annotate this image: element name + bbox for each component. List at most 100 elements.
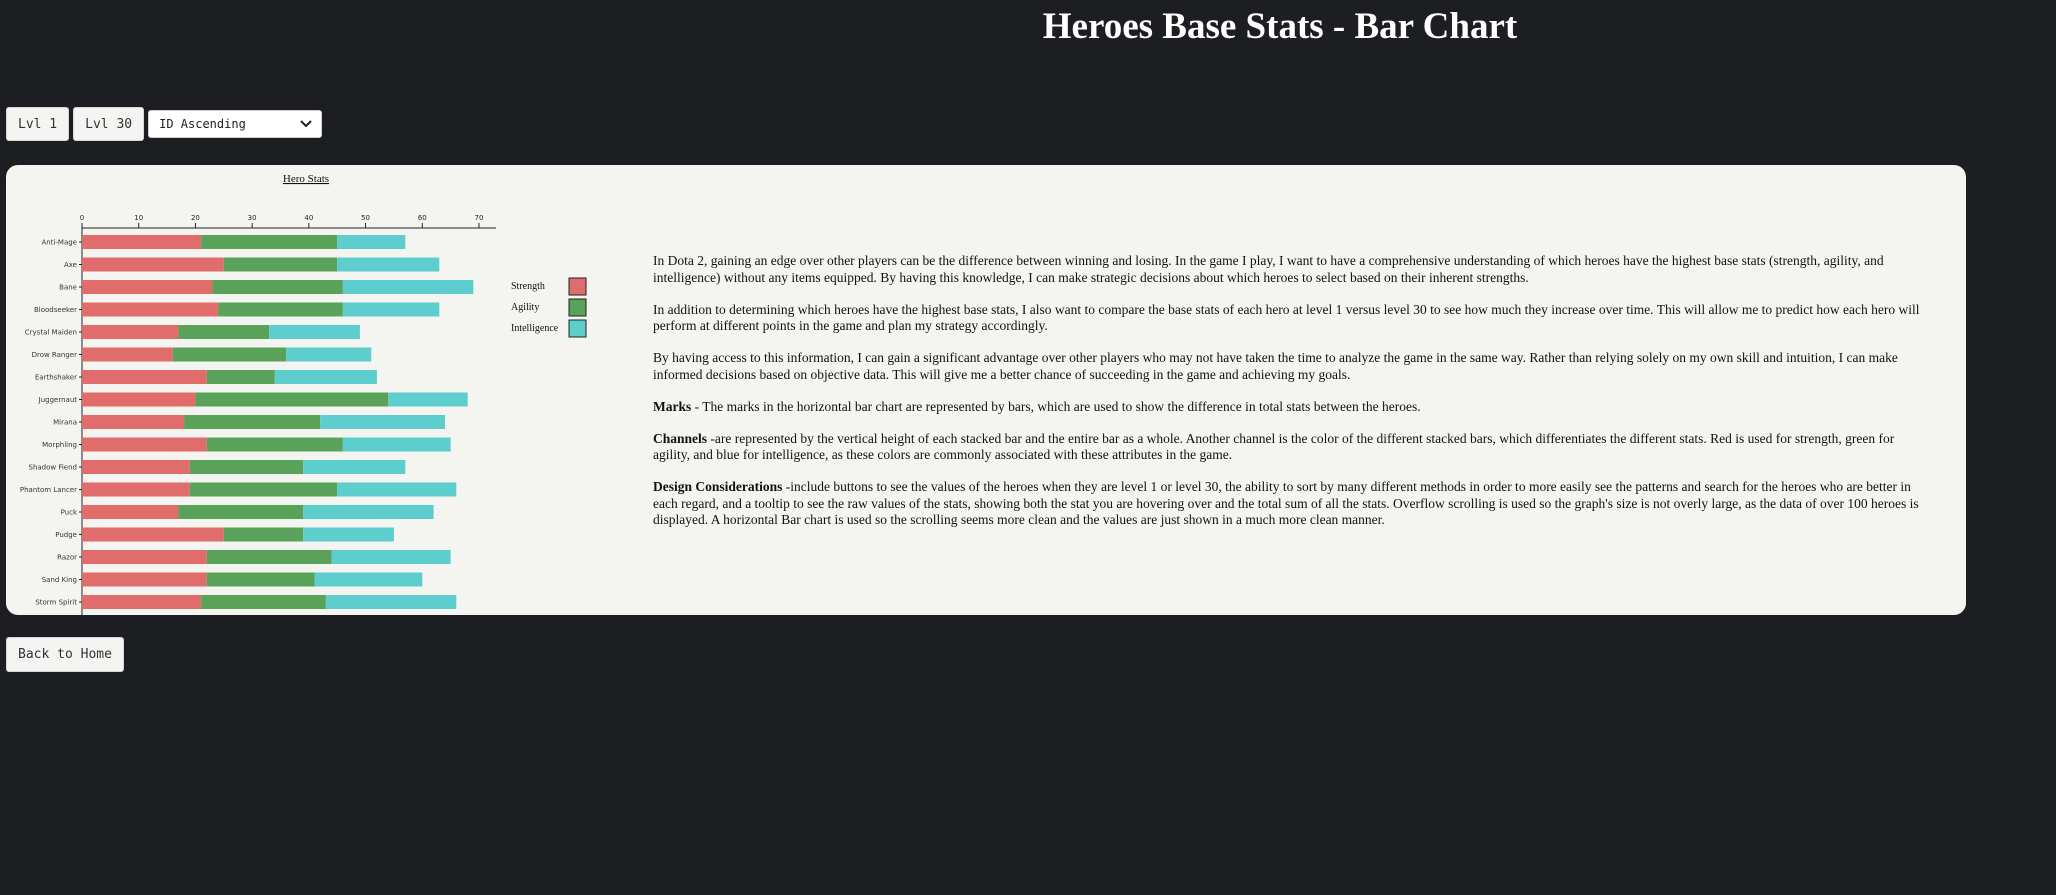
bar-strength[interactable]: [82, 347, 173, 362]
y-tick-label: Sand King: [42, 576, 77, 584]
lvl30-button[interactable]: Lvl 30: [73, 107, 145, 141]
bar-agility[interactable]: [218, 302, 343, 317]
design-text: -include buttons to see the values of th…: [653, 479, 1919, 527]
bar-agility[interactable]: [178, 505, 304, 519]
y-tick-label: Shadow Fiend: [29, 464, 78, 472]
page-title: Heroes Base Stats - Bar Chart: [1042, 6, 1518, 47]
x-tick-label: 30: [248, 214, 257, 222]
bar-agility[interactable]: [206, 370, 275, 384]
back-home-button[interactable]: Back to Home: [6, 637, 124, 672]
legend-label: Strength: [511, 281, 545, 292]
bar-agility[interactable]: [206, 437, 343, 452]
x-tick-label: 20: [191, 214, 200, 222]
bar-intelligence[interactable]: [342, 302, 440, 317]
bar-intelligence[interactable]: [331, 550, 451, 564]
bar-intelligence[interactable]: [303, 460, 406, 474]
bar-strength[interactable]: [82, 280, 213, 294]
y-tick-label: Phantom Lancer: [20, 486, 77, 494]
bar-strength[interactable]: [82, 505, 179, 519]
bar-agility[interactable]: [206, 550, 332, 564]
bar-strength[interactable]: [82, 550, 207, 564]
bar-agility[interactable]: [223, 257, 338, 272]
bar-intelligence[interactable]: [337, 235, 406, 249]
bar-strength[interactable]: [82, 257, 224, 272]
channels-paragraph: Channels -are represented by the vertica…: [653, 431, 1931, 464]
y-tick-label: Axe: [64, 261, 77, 269]
legend-swatch: [568, 319, 587, 338]
bar-agility[interactable]: [201, 595, 326, 609]
bar-agility[interactable]: [195, 392, 389, 407]
marks-text: - The marks in the horizontal bar chart …: [691, 398, 1421, 414]
x-tick-label: 60: [418, 214, 427, 222]
bar-strength[interactable]: [82, 302, 219, 317]
bar-agility[interactable]: [184, 415, 321, 429]
bar-intelligence[interactable]: [342, 437, 451, 452]
lvl1-button[interactable]: Lvl 1: [6, 107, 70, 141]
bar-intelligence[interactable]: [286, 347, 372, 362]
x-tick-label: 40: [304, 214, 313, 222]
bar-agility[interactable]: [178, 325, 270, 339]
bar-agility[interactable]: [212, 280, 343, 294]
bar-strength[interactable]: [82, 527, 224, 542]
description-paragraph: By having access to this information, I …: [653, 350, 1898, 382]
y-tick-label: Crystal Maiden: [25, 329, 77, 337]
y-tick-label: Anti-Mage: [41, 239, 77, 247]
controls-bar: Lvl 1 Lvl 30 ID Ascending: [6, 107, 323, 141]
bar-strength[interactable]: [82, 392, 196, 407]
bar-intelligence[interactable]: [314, 572, 423, 587]
bar-agility[interactable]: [201, 235, 338, 249]
bar-agility[interactable]: [223, 527, 304, 542]
design-label: Design Considerations: [653, 479, 783, 494]
y-tick-label: Juggernaut: [38, 396, 78, 404]
y-tick-label: Bane: [59, 284, 77, 292]
y-tick-label: Morphling: [42, 441, 77, 449]
legend-label: Intelligence: [511, 323, 559, 334]
y-tick-label: Pudge: [55, 531, 77, 539]
bar-intelligence[interactable]: [320, 415, 445, 429]
bar-strength[interactable]: [82, 437, 207, 452]
hero-stats-chart[interactable]: Hero Stats 0 10 20 30 40 50 60 70 Anti-Mage Axe Ban…: [6, 165, 646, 615]
y-tick-label: Mirana: [53, 419, 77, 427]
bar-intelligence[interactable]: [337, 257, 440, 272]
bar-intelligence[interactable]: [388, 392, 468, 407]
bar-intelligence[interactable]: [303, 505, 434, 519]
description-paragraph: In addition to determining which heroes …: [653, 301, 1920, 334]
x-tick-label: 10: [134, 214, 143, 222]
bar-strength[interactable]: [82, 415, 185, 429]
bar-intelligence[interactable]: [337, 482, 457, 497]
bar-strength[interactable]: [82, 235, 202, 249]
bar-intelligence[interactable]: [325, 595, 457, 609]
bar-agility[interactable]: [189, 482, 338, 497]
bar-strength[interactable]: [82, 572, 207, 587]
y-tick-label: Bloodseeker: [34, 306, 77, 314]
marks-label: Marks: [653, 398, 692, 414]
description: In Dota 2, gaining an edge over other pl…: [653, 253, 1931, 544]
y-tick-label: Razor: [57, 554, 77, 562]
y-tick-label: Puck: [61, 509, 78, 517]
bar-strength[interactable]: [82, 460, 190, 474]
bar-intelligence[interactable]: [342, 280, 474, 294]
legend-swatch: [568, 277, 587, 296]
legend-swatch: [568, 298, 587, 317]
y-tick-label: Drow Ranger: [32, 351, 78, 359]
bar-intelligence[interactable]: [269, 325, 360, 339]
bar-strength[interactable]: [82, 370, 207, 384]
bar-agility[interactable]: [206, 572, 315, 587]
bar-agility[interactable]: [189, 460, 304, 474]
channels-text: -are represented by the vertical height …: [653, 430, 1895, 463]
chart-panel: Hero Stats 0 10 20 30 40 50 60 70 Anti-Mage Axe Ban…: [6, 165, 1966, 615]
bar-strength[interactable]: [82, 325, 179, 339]
x-tick-label: 50: [361, 214, 370, 222]
y-tick-label: Storm Spirit: [35, 599, 77, 607]
sort-select[interactable]: ID Ascending: [148, 110, 323, 138]
bar-intelligence[interactable]: [303, 527, 394, 542]
bar-strength[interactable]: [82, 595, 202, 609]
marks-paragraph: Marks - The marks in the horizontal bar …: [653, 399, 1931, 416]
bar-strength[interactable]: [82, 482, 190, 497]
bar-agility[interactable]: [172, 347, 287, 362]
x-tick-label: 70: [475, 214, 484, 222]
bar-intelligence[interactable]: [274, 370, 377, 384]
chevron-down-icon: [299, 119, 313, 129]
x-tick-label: 0: [80, 214, 84, 222]
legend-label: Agility: [511, 302, 539, 313]
